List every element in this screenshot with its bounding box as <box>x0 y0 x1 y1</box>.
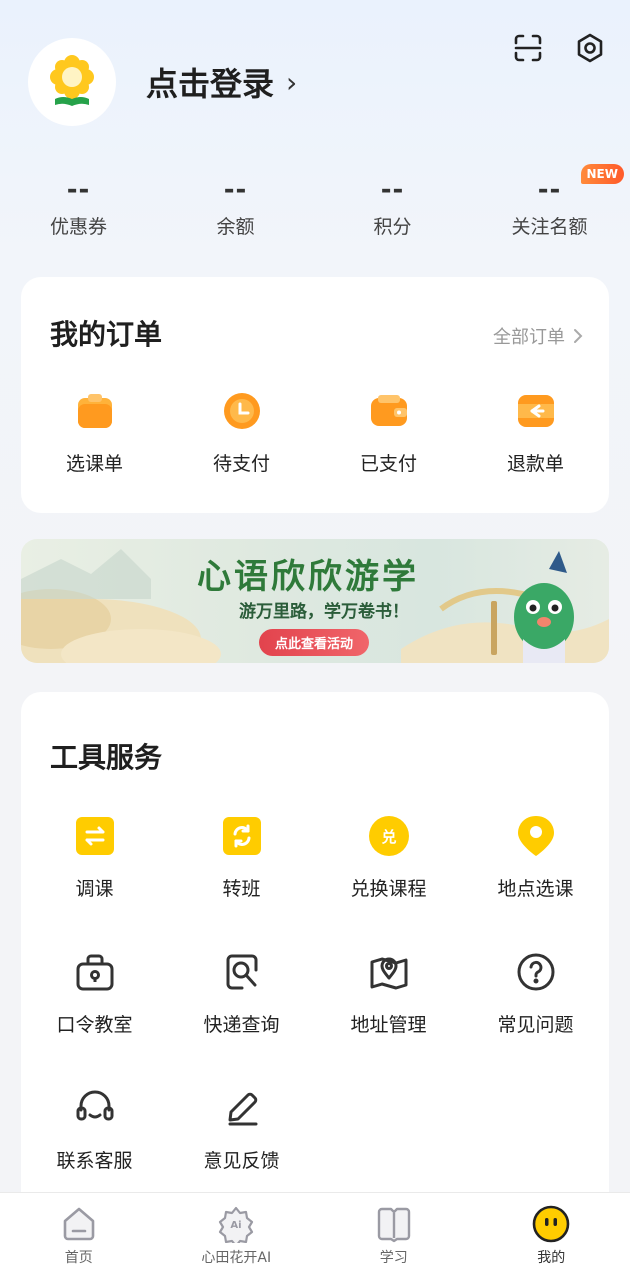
stat-value: -- <box>66 175 91 205</box>
order-item-cart[interactable]: 选课单 <box>21 387 168 476</box>
redeem-icon: 兑 <box>365 812 413 860</box>
new-badge: NEW <box>580 164 624 184</box>
headset-icon <box>71 1084 119 1132</box>
tool-label: 口令教室 <box>56 1014 133 1036</box>
tab-mine[interactable]: 我的 <box>473 1193 630 1280</box>
tool-label: 兑换课程 <box>350 878 427 900</box>
pen-icon <box>218 1084 266 1132</box>
stat-label: 优惠券 <box>49 216 107 238</box>
tab-label: 我的 <box>537 1250 566 1266</box>
order-status-row: 选课单 待支付 已支付 退款单 <box>21 387 609 476</box>
order-item-pending[interactable]: 待支付 <box>168 387 315 476</box>
chevron-right-icon: › <box>286 65 298 99</box>
svg-text:Ai: Ai <box>231 1220 242 1231</box>
tool-location-select[interactable]: 地点选课 <box>462 812 609 901</box>
profile-header: 点击登录 › <box>28 38 297 126</box>
login-link[interactable]: 点击登录 › <box>146 59 297 105</box>
my-orders-card: 我的订单 全部订单 选课单 待支付 已支付 退款单 <box>21 277 609 513</box>
all-orders-link[interactable]: 全部订单 <box>493 323 583 349</box>
banner-title: 心语欣欣游学 <box>197 557 419 597</box>
tool-faq[interactable]: 常见问题 <box>462 948 609 1037</box>
home-icon <box>63 1207 95 1241</box>
tools-row-2: 口令教室 快递查询 地址管理 常见问题 <box>21 948 609 1037</box>
tool-services-card: 工具服务 调课 转班 兑 兑换课程 地点选课 口令教室 快递查询 地址管理 常见… <box>21 692 609 1252</box>
question-icon <box>512 948 560 996</box>
stat-points[interactable]: -- 积分 <box>314 170 471 239</box>
account-stats: -- 优惠券 -- 余额 -- 积分 -- 关注名额 NEW <box>0 164 630 239</box>
map-pin-icon <box>365 948 413 996</box>
header-actions <box>510 30 608 66</box>
all-orders-label: 全部订单 <box>493 327 565 348</box>
clock-icon <box>218 387 266 435</box>
stat-balance[interactable]: -- 余额 <box>157 170 314 239</box>
login-label: 点击登录 <box>146 65 275 103</box>
wallet-icon <box>365 387 413 435</box>
tool-reschedule[interactable]: 调课 <box>21 812 168 901</box>
tool-label: 地址管理 <box>350 1014 427 1036</box>
tab-home[interactable]: 首页 <box>0 1193 158 1280</box>
tool-label: 常见问题 <box>497 1014 574 1036</box>
order-item-label: 选课单 <box>65 453 123 475</box>
lock-bag-icon <box>71 948 119 996</box>
tool-label: 快递查询 <box>203 1014 280 1036</box>
sunflower-logo-icon <box>50 55 94 106</box>
tool-contact-service[interactable]: 联系客服 <box>21 1084 168 1173</box>
tools-row-1: 调课 转班 兑 兑换课程 地点选课 <box>21 812 609 901</box>
book-icon <box>377 1207 410 1243</box>
stat-label: 余额 <box>216 216 255 238</box>
order-item-refund[interactable]: 退款单 <box>462 387 609 476</box>
view-activity-button[interactable]: 点此查看活动 <box>259 629 370 656</box>
order-item-paid[interactable]: 已支付 <box>315 387 462 476</box>
tab-label: 学习 <box>379 1250 408 1266</box>
chevron-right-icon <box>574 329 583 343</box>
refund-icon <box>512 387 560 435</box>
tab-study[interactable]: 学习 <box>315 1193 473 1280</box>
tool-label: 地点选课 <box>497 878 574 900</box>
stat-follow-quota[interactable]: -- 关注名额 NEW <box>471 164 628 239</box>
tool-label: 转班 <box>222 878 261 900</box>
tool-label: 意见反馈 <box>203 1150 280 1172</box>
tool-transfer[interactable]: 转班 <box>168 812 315 901</box>
order-item-label: 退款单 <box>506 453 564 475</box>
banner-subtitle: 游万里路，学万卷书！ <box>239 602 409 622</box>
swap-icon <box>71 812 119 860</box>
stat-coupons[interactable]: -- 优惠券 <box>0 170 157 239</box>
stat-value: -- <box>380 175 405 205</box>
ai-flower-icon: Ai <box>219 1206 254 1243</box>
tools-title: 工具服务 <box>50 741 163 774</box>
bottom-tab-bar: 首页 Ai 心田花开AI 学习 我的 <box>0 1192 630 1280</box>
bag-icon <box>71 387 119 435</box>
stat-value: -- <box>223 175 248 205</box>
face-icon <box>532 1205 570 1243</box>
promo-banner[interactable]: 心语欣欣游学 游万里路，学万卷书！ 点此查看活动 <box>21 539 609 663</box>
settings-icon[interactable] <box>572 30 608 66</box>
order-item-label: 待支付 <box>212 453 270 475</box>
tool-feedback[interactable]: 意见反馈 <box>168 1084 315 1173</box>
transfer-icon <box>218 812 266 860</box>
tool-label: 调课 <box>75 878 114 900</box>
tab-label: 心田花开AI <box>201 1250 272 1266</box>
scan-icon[interactable] <box>510 30 546 66</box>
tool-address-manage[interactable]: 地址管理 <box>315 948 462 1037</box>
orders-title: 我的订单 <box>50 318 163 351</box>
tool-express-query[interactable]: 快递查询 <box>168 948 315 1037</box>
stat-label: 关注名额 <box>511 216 588 238</box>
tool-label: 联系客服 <box>56 1150 133 1172</box>
avatar[interactable] <box>28 38 116 126</box>
svg-text:兑: 兑 <box>381 828 396 846</box>
tab-label: 首页 <box>64 1250 93 1266</box>
tab-ai[interactable]: Ai 心田花开AI <box>158 1193 316 1280</box>
search-doc-icon <box>218 948 266 996</box>
tools-row-3: 联系客服 意见反馈 <box>21 1084 609 1173</box>
order-item-label: 已支付 <box>359 453 417 475</box>
tool-redeem-course[interactable]: 兑 兑换课程 <box>315 812 462 901</box>
location-icon <box>512 812 560 860</box>
stat-label: 积分 <box>373 216 412 238</box>
tool-password-classroom[interactable]: 口令教室 <box>21 948 168 1037</box>
